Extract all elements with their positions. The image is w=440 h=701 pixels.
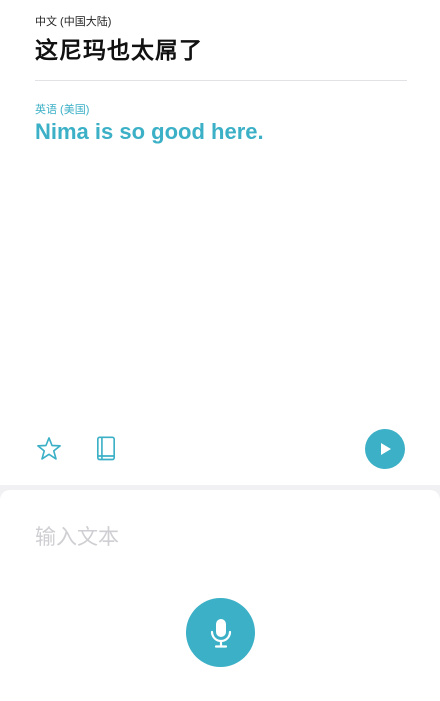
source-language-label[interactable]: 中文 (中国大陆) (35, 13, 111, 29)
microphone-icon (210, 618, 231, 648)
source-text: 这尼玛也太屌了 (35, 37, 203, 63)
target-language-label[interactable]: 英语 (美国) (35, 101, 89, 117)
play-audio-button[interactable] (365, 429, 405, 469)
play-icon (381, 443, 391, 455)
microphone-button[interactable] (186, 598, 255, 667)
translation-result-card: 中文 (中国大陆) 这尼玛也太屌了 英语 (美国) Nima is so goo… (0, 0, 440, 485)
book-icon (97, 436, 115, 461)
star-icon (37, 437, 61, 460)
divider (35, 80, 407, 81)
input-panel (0, 490, 440, 701)
text-input[interactable] (35, 526, 405, 550)
favorite-button[interactable] (34, 434, 64, 464)
translated-text: Nima is so good here. (35, 119, 264, 144)
dictionary-button[interactable] (92, 434, 120, 464)
